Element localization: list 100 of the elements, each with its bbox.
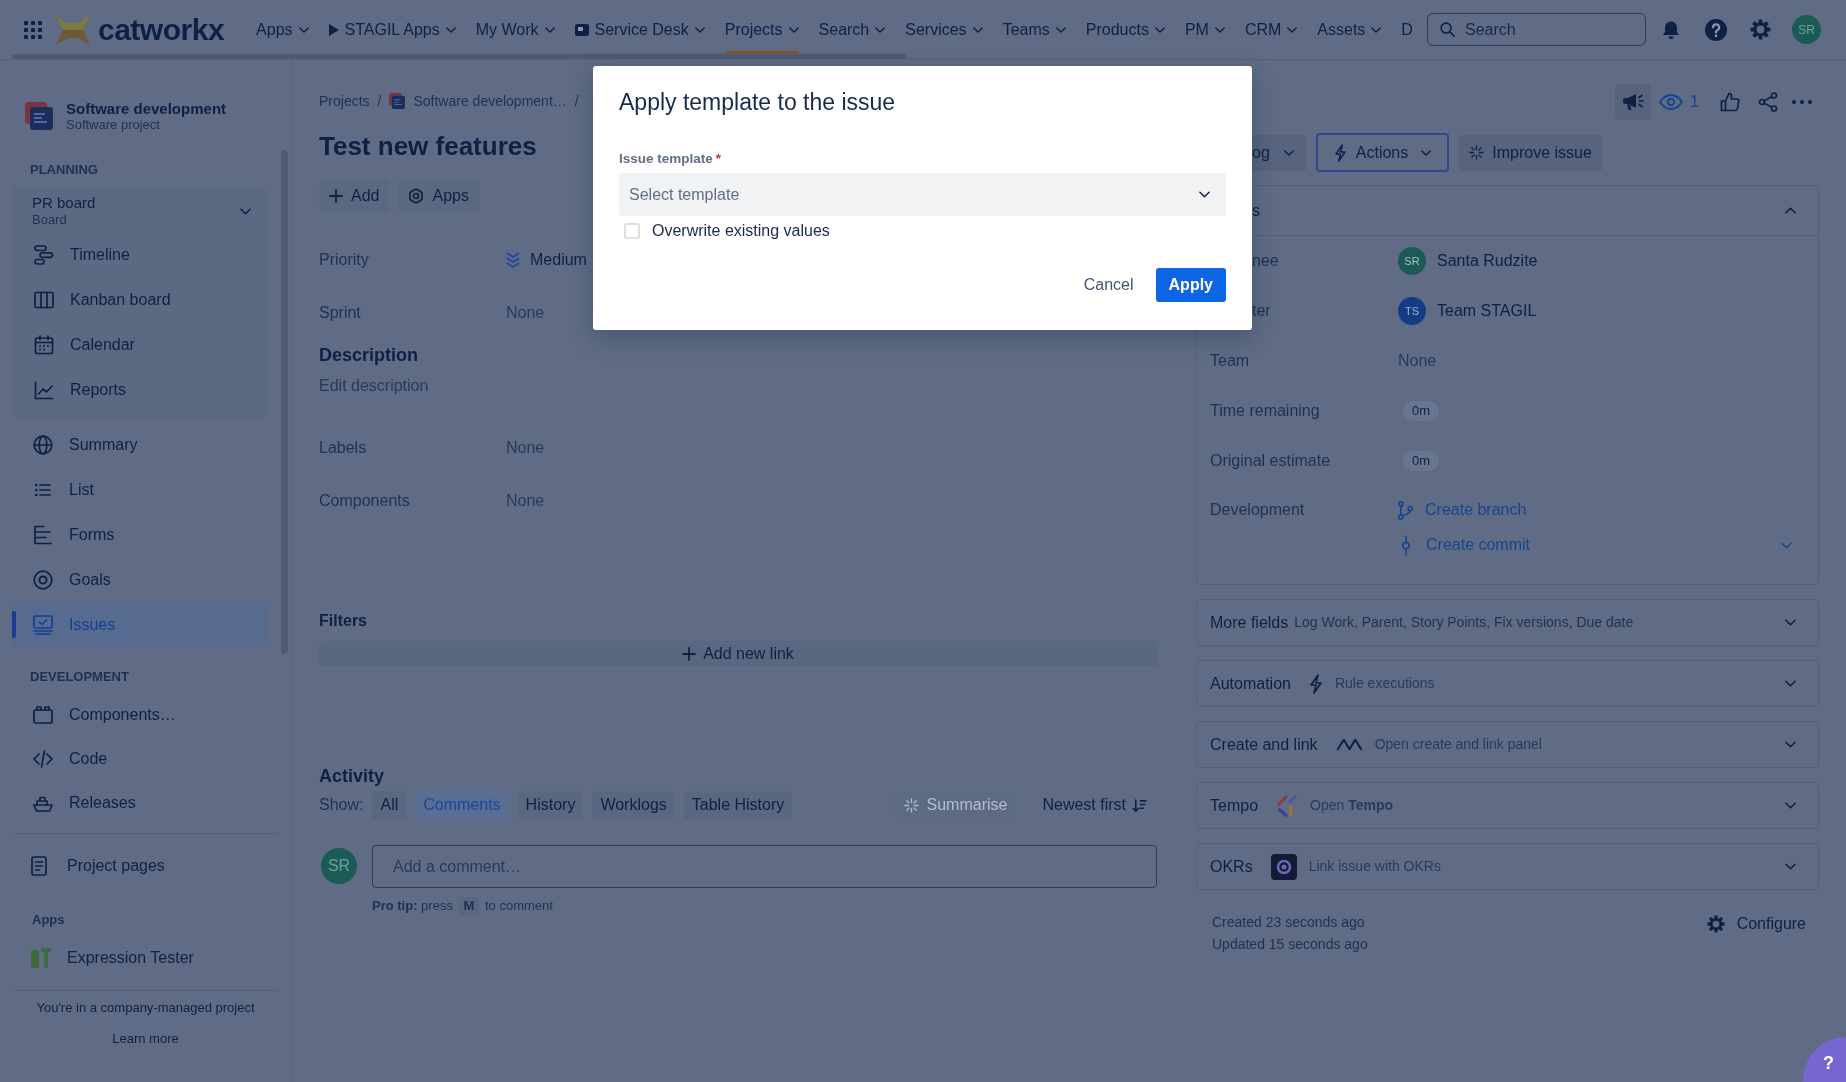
user-field[interactable]: TS Team STAGIL	[1398, 297, 1537, 325]
help-icon[interactable]	[1705, 18, 1727, 41]
sidebar-item[interactable]: Reports	[12, 367, 267, 412]
activity-filter-tab[interactable]: Table History	[683, 791, 793, 819]
thumbs-up-icon[interactable]	[1720, 92, 1740, 112]
nav-menu-item[interactable]: Service Desk	[574, 0, 705, 60]
nav-menu-item[interactable]: Products	[1085, 0, 1165, 60]
activity-filter-tab[interactable]: All	[372, 791, 407, 819]
collapsible-panel[interactable]: OKRs Link issue with OKRs	[1196, 843, 1819, 890]
nav-menu-item[interactable]: Projects	[724, 0, 799, 60]
board-switcher[interactable]: PR board Board	[12, 194, 267, 228]
nav-menu-item[interactable]: Teams	[1002, 0, 1066, 60]
nav-menu-item[interactable]: Assets	[1317, 0, 1382, 60]
nav-menu-item[interactable]: My Work	[475, 0, 555, 60]
sidebar-item[interactable]: Releases	[12, 781, 267, 825]
description-prompt[interactable]: Edit description	[319, 375, 429, 397]
sidebar-item[interactable]: Summary	[12, 422, 267, 467]
sidebar-item[interactable]: Calendar	[12, 322, 267, 367]
activity-filter-tab[interactable]: History	[517, 791, 584, 819]
line-chart-icon	[34, 379, 54, 400]
chevron-down-icon	[1785, 680, 1796, 687]
nav-menu-item[interactable]: CRM	[1244, 0, 1298, 60]
checkbox-label[interactable]: Overwrite existing values	[652, 219, 830, 243]
sidebar-item[interactable]: Code	[12, 737, 267, 781]
branch-icon	[1398, 500, 1413, 520]
field-value[interactable]: None	[506, 488, 545, 513]
activity-filter-tab[interactable]: Comments	[415, 791, 509, 819]
chevron-down-icon	[544, 26, 555, 33]
chevron-down-icon[interactable]	[1781, 541, 1792, 549]
collapsible-panel[interactable]: Automation Rule executions	[1196, 660, 1819, 707]
sidebar-item[interactable]: Goals	[12, 557, 267, 602]
field-label: ter	[1252, 301, 1271, 321]
feedback-button[interactable]	[1615, 84, 1652, 120]
chevron-down-icon	[240, 207, 251, 215]
sidebar-item[interactable]: Expression Tester	[12, 936, 267, 980]
collapsible-panel[interactable]: More fields Log Work, Parent, Story Points, Fix versions, Due date	[1196, 599, 1819, 646]
cancel-button[interactable]: Cancel	[1073, 268, 1144, 302]
checkbox[interactable]	[624, 223, 640, 239]
breadcrumb-link[interactable]: Projects	[319, 90, 370, 112]
collapsible-panel[interactable]: Tempo Open Tempo	[1196, 782, 1819, 829]
strokes-logo-icon	[1276, 793, 1299, 818]
comment-field[interactable]: Add a comment…	[372, 845, 1157, 888]
scrollbar-thumb[interactable]	[12, 54, 906, 59]
logo-text[interactable]: catworkx	[98, 12, 225, 47]
target-icon	[33, 569, 53, 590]
field-label: Priority	[319, 250, 369, 268]
window-icon	[574, 23, 589, 36]
priority-field[interactable]: Medium	[506, 247, 587, 272]
learn-more-link[interactable]: Learn more	[112, 1030, 179, 1048]
sidebar-item[interactable]: Timeline	[12, 232, 267, 277]
add-link-button[interactable]: Add new link	[319, 641, 1157, 666]
development-link[interactable]: Create commit	[1398, 533, 1531, 557]
share-icon[interactable]	[1758, 92, 1778, 112]
configure-button[interactable]: Configure	[1706, 912, 1806, 936]
nav-menu-item[interactable]: PM	[1184, 0, 1225, 60]
nav-menu-item[interactable]: STAGIL Apps	[328, 0, 456, 60]
chevron-down-icon	[1785, 741, 1796, 748]
nav-menu-item[interactable]: Apps	[256, 0, 309, 60]
sort-button[interactable]: Newest first	[1042, 793, 1147, 817]
section-heading: Apps	[32, 911, 65, 930]
notifications-icon[interactable]	[1661, 19, 1681, 40]
field-value[interactable]: None	[506, 300, 545, 325]
sidebar-item[interactable]: Components…	[12, 693, 267, 737]
more-icon[interactable]	[1792, 100, 1812, 104]
sidebar-item[interactable]: Project pages	[12, 844, 267, 888]
user-avatar[interactable]: SR	[1792, 15, 1821, 44]
field-value[interactable]: None	[506, 435, 545, 460]
actions-button[interactable]: Actions	[1315, 133, 1450, 172]
nav-menu-item[interactable]: Services	[905, 0, 983, 60]
activity-filter-tab[interactable]: Worklogs	[592, 791, 675, 819]
help-button[interactable]: ?	[1803, 1037, 1846, 1082]
apply-button[interactable]: Apply	[1155, 268, 1226, 302]
project-name[interactable]: Software development	[66, 100, 227, 117]
status-button[interactable]: og	[1252, 134, 1306, 171]
watch-button[interactable]: 1	[1659, 90, 1699, 114]
field-label: Time remaining	[1210, 401, 1320, 421]
development-link[interactable]: Create branch	[1398, 498, 1527, 522]
nav-menu-item[interactable]: D	[1401, 0, 1413, 60]
user-field[interactable]: SR Santa Rudzite	[1398, 247, 1538, 275]
improve-issue-button[interactable]: Improve issue	[1459, 134, 1602, 171]
chevron-down-icon	[1785, 802, 1796, 809]
sidebar-item[interactable]: List	[12, 467, 267, 512]
add-button[interactable]: Add	[319, 179, 390, 213]
project-icon[interactable]	[25, 102, 53, 130]
sidebar-item[interactable]: Issues	[12, 602, 267, 647]
sidebar-item[interactable]: Forms	[12, 512, 267, 557]
app-switcher-icon[interactable]	[24, 20, 42, 39]
chevron-down-icon	[1421, 149, 1432, 156]
collapsible-panel[interactable]: Create and link Open create and link panel	[1196, 721, 1819, 768]
settings-icon[interactable]	[1750, 19, 1771, 40]
field-value[interactable]: None	[1398, 349, 1437, 373]
search-field[interactable]: Search	[1427, 13, 1646, 46]
nav-menu-item[interactable]: Search	[818, 0, 886, 60]
sidebar-item[interactable]: Kanban board	[12, 277, 267, 322]
template-select[interactable]: Select template	[619, 173, 1226, 216]
chevron-down-icon	[1785, 619, 1796, 626]
sparkle-icon	[903, 797, 919, 813]
field-label: Original estimate	[1210, 451, 1331, 471]
apps-button[interactable]: Apps	[398, 179, 479, 213]
breadcrumb-link[interactable]: Software development…	[413, 90, 567, 112]
